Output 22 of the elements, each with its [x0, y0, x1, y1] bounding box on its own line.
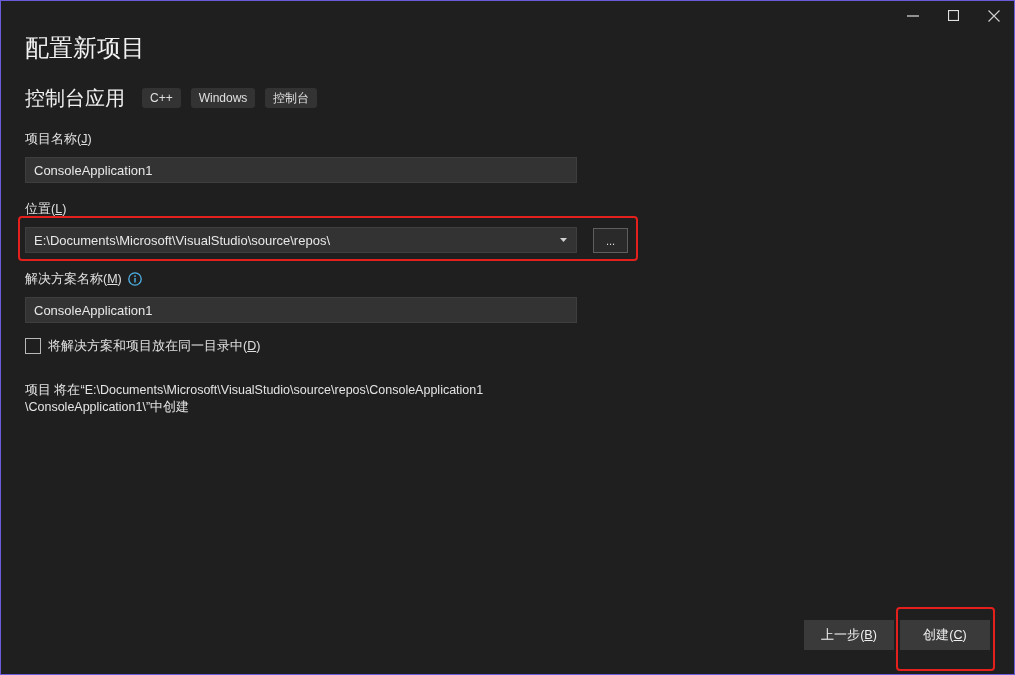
checkbox[interactable]: [25, 338, 41, 354]
summary-text: 项目 将在“E:\Documents\Microsoft\VisualStudio\source\repos\ConsoleApplication1 \ConsoleApplication1\”中创建: [25, 382, 484, 416]
browse-button[interactable]: ...: [593, 227, 628, 253]
combo-box[interactable]: E:\Documents\Microsoft\VisualStudio\source\repos\: [25, 227, 577, 253]
dialog-title: 配置新项目: [25, 33, 145, 63]
text-field[interactable]: ConsoleApplication1: [25, 157, 577, 183]
field-label: 位置(L): [25, 201, 67, 218]
template-name: 控制台应用: [25, 86, 125, 110]
info-icon[interactable]: [127, 272, 142, 286]
tag: 控制台: [265, 88, 318, 108]
maximize-icon[interactable]: [948, 10, 959, 21]
field-label: 项目名称(J): [25, 131, 92, 148]
caret-icon: [560, 238, 567, 242]
dialog-button[interactable]: 创建(C): [900, 620, 990, 650]
tag: Windows: [190, 88, 256, 108]
field-label: 解决方案名称(M): [25, 271, 122, 288]
checkbox-label[interactable]: 将解决方案和项目放在同一目录中(D): [48, 337, 261, 355]
tag: C++: [142, 88, 181, 108]
dialog-button[interactable]: 上一步(B): [804, 620, 894, 650]
text-field[interactable]: ConsoleApplication1: [25, 297, 577, 323]
minimize-icon[interactable]: [907, 14, 919, 17]
close-icon[interactable]: [988, 9, 1000, 22]
